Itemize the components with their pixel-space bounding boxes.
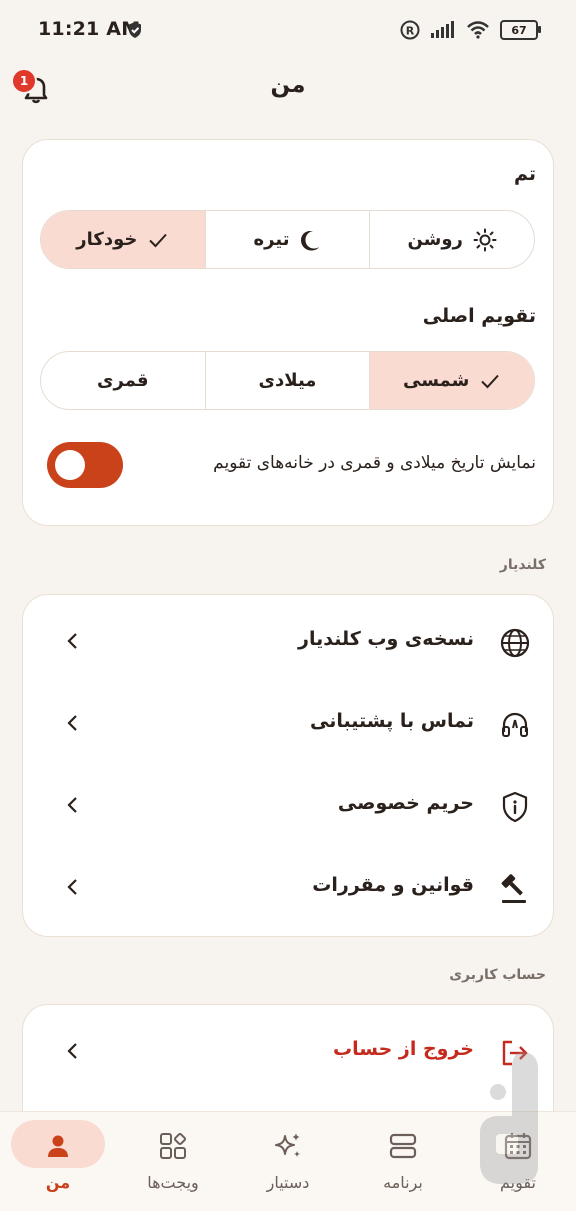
wifi-icon (467, 21, 489, 39)
main-calendar-label: تقویم اصلی (422, 305, 536, 327)
theme-option-label: خودکار (76, 229, 138, 250)
check-icon (149, 233, 168, 247)
nav-item-agenda[interactable]: برنامه (355, 1111, 451, 1210)
kalendar-section-heading: کلندیار (499, 557, 546, 573)
list-item-label: قوانین و مقررات (312, 874, 474, 896)
person-icon (48, 1135, 68, 1157)
theme-option-label: تیره (253, 229, 290, 250)
nav-label: برنامه (383, 1173, 423, 1192)
store-watermark-logo (480, 1052, 538, 1184)
theme-option-light[interactable]: روشن (369, 211, 534, 268)
widgets-icon (160, 1132, 187, 1159)
nav-label: ویجت‌ها (147, 1173, 199, 1192)
theme-segmented-control: روشن تیره خودکار (40, 210, 535, 269)
support-headset-icon (502, 712, 528, 737)
list-item-label: تماس با پشتیبانی (310, 710, 474, 732)
check-icon (481, 374, 500, 388)
gavel-icon (501, 874, 526, 903)
list-item-terms[interactable]: قوانین و مقررات (22, 846, 554, 928)
nav-label: دستیار (266, 1173, 310, 1192)
chevron-left-icon (67, 715, 77, 731)
toggle-label: نمایش تاریخ میلادی و قمری در خانه‌های تق… (213, 453, 536, 473)
theme-option-auto[interactable]: خودکار (41, 211, 205, 268)
calendar-option-ghamari[interactable]: قمری (41, 352, 205, 409)
battery-icon: 67 (500, 20, 541, 40)
nav-item-assistant[interactable]: دستیار (240, 1111, 336, 1210)
list-item-label: خروج از حساب (333, 1038, 474, 1060)
calendar-option-miladi[interactable]: میلادی (204, 352, 370, 409)
list-item-label: حریم خصوصی (337, 792, 474, 814)
globe-icon (500, 628, 530, 658)
moon-icon (301, 230, 320, 250)
shield-info-icon (502, 791, 528, 823)
theme-option-dark[interactable]: تیره (204, 211, 370, 268)
agenda-icon (389, 1133, 417, 1159)
calendar-segmented-control: شمسی میلادی قمری (40, 351, 535, 410)
calendar-option-label: قمری (97, 370, 149, 391)
list-item-privacy[interactable]: حریم خصوصی (22, 764, 554, 846)
theme-label: تم (513, 163, 536, 185)
theme-option-label: روشن (407, 229, 463, 250)
calendar-option-label: میلادی (258, 370, 317, 391)
nav-item-me[interactable]: من (10, 1111, 106, 1210)
signal-icon (431, 21, 454, 38)
chevron-left-icon (67, 879, 77, 895)
calendar-option-label: شمسی (403, 370, 470, 391)
toggle-knob (55, 450, 85, 480)
list-item-web-version[interactable]: نسخه‌ی وب کلندیار (22, 600, 554, 682)
sun-icon (473, 228, 497, 251)
calendar-option-shamsi[interactable]: شمسی (369, 352, 534, 409)
registered-icon: R (400, 20, 420, 40)
chevron-left-icon (67, 633, 77, 649)
notification-badge: 1 (11, 68, 37, 94)
nav-item-widgets[interactable]: ویجت‌ها (125, 1111, 221, 1210)
svg-text:R: R (406, 25, 415, 38)
page-title: من (270, 72, 306, 98)
status-icons: R 67 (400, 20, 541, 40)
status-time: 11:21 AM (38, 18, 141, 40)
list-item-label: نسخه‌ی وب کلندیار (298, 628, 474, 650)
verified-icon (129, 22, 141, 38)
chevron-left-icon (67, 1043, 77, 1059)
account-section-heading: حساب کاربری (449, 967, 546, 983)
list-item-support[interactable]: تماس با پشتیبانی (22, 682, 554, 764)
sparkles-icon (275, 1133, 300, 1157)
nav-label: من (45, 1173, 71, 1192)
chevron-left-icon (67, 797, 77, 813)
